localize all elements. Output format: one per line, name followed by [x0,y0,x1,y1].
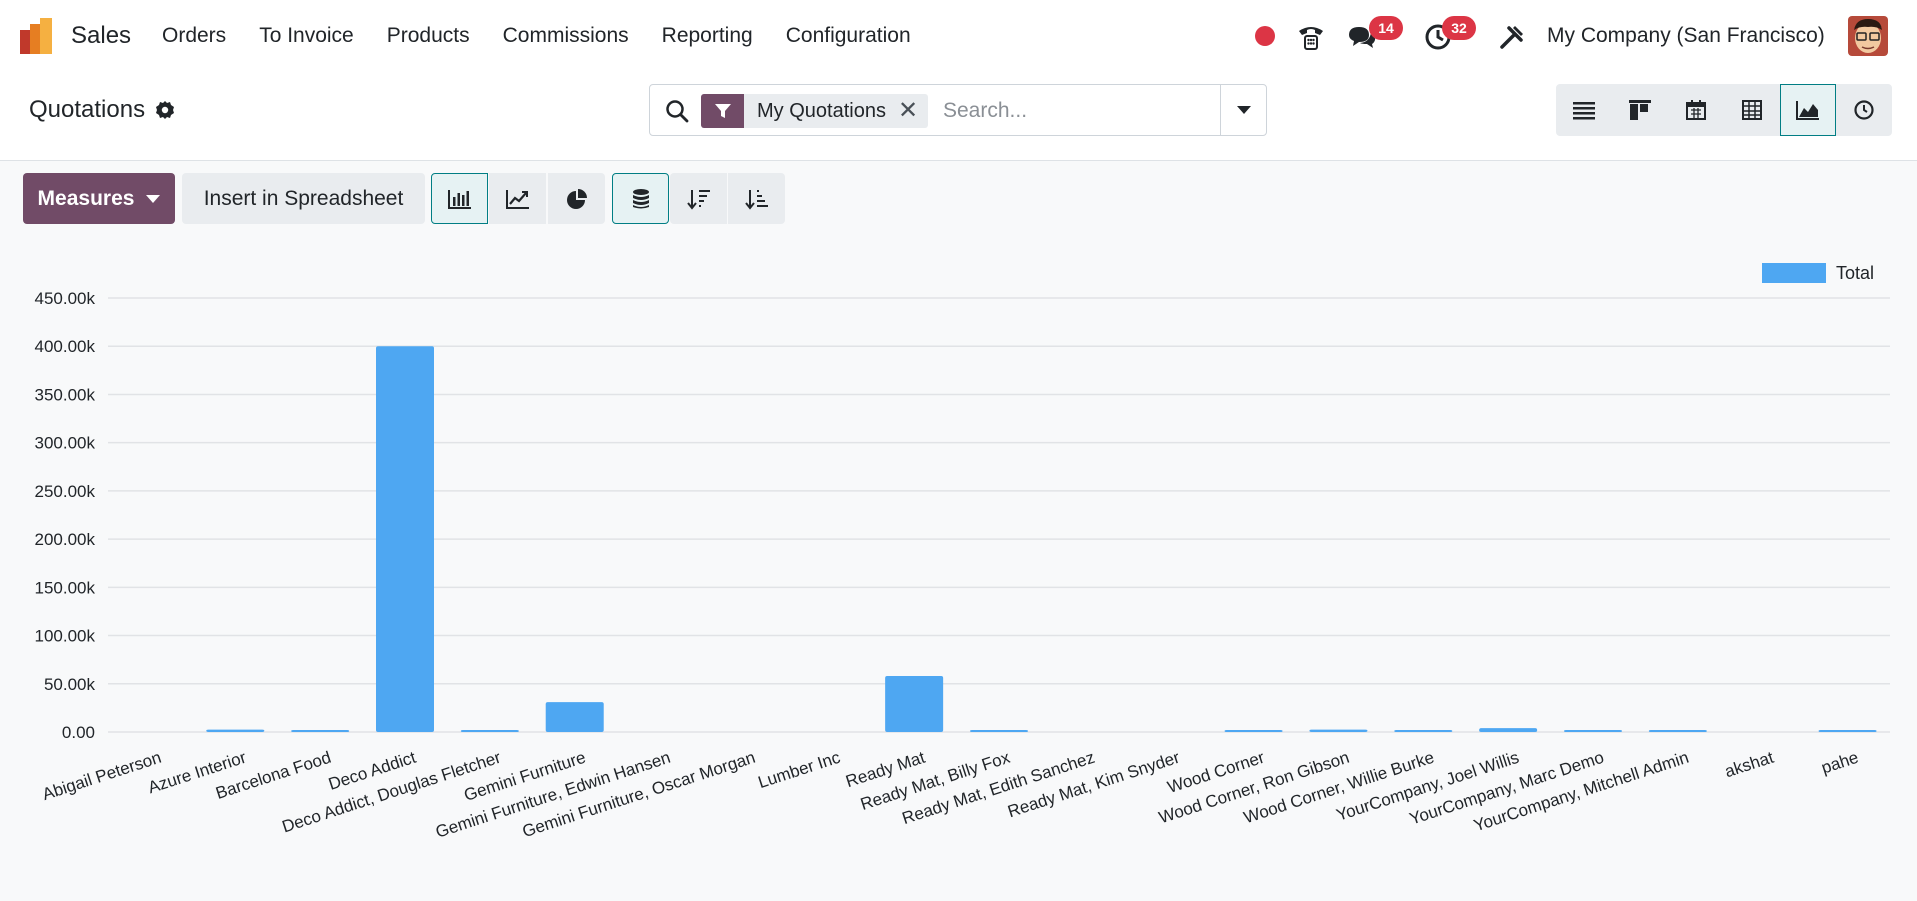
activity-view-button[interactable] [1836,84,1892,136]
remove-facet-icon[interactable]: ✕ [898,94,928,128]
search-icon[interactable] [664,98,690,124]
menu-orders[interactable]: Orders [162,24,226,48]
y-tick-label: 350.00k [35,385,96,404]
bar [1648,730,1707,732]
gear-icon[interactable] [155,100,175,120]
kanban-view-button[interactable] [1612,84,1668,136]
bar [1564,730,1622,732]
bar [1479,728,1538,732]
main-menu: Orders To Invoice Products Commissions R… [162,24,944,48]
y-tick-label: 450.00k [35,289,96,308]
pivot-view-button[interactable] [1724,84,1780,136]
bar [1309,729,1368,732]
menu-reporting[interactable]: Reporting [662,24,753,48]
x-tick-label: akshat [1722,748,1776,782]
clock-icon [1854,100,1874,120]
recording-dot-icon[interactable] [1255,26,1275,46]
breadcrumb: Quotations [29,96,175,124]
y-tick-label: 400.00k [35,337,96,356]
list-view-button[interactable] [1556,84,1612,136]
bar-chart: 0.00 50.00k 100.00k 150.00k 200.00k 250.00k 30… [35,263,1890,842]
bar [885,676,944,732]
bar [545,702,604,732]
y-tick-label: 50.00k [44,675,96,694]
y-tick-label: 250.00k [35,482,96,501]
app-name[interactable]: Sales [71,22,131,50]
control-panel: Quotations My Quotations ✕ [0,74,1917,161]
menu-to-invoice[interactable]: To Invoice [259,24,354,48]
activities-badge: 32 [1442,16,1476,40]
menu-products[interactable]: Products [387,24,470,48]
kanban-icon [1629,100,1651,120]
search-input[interactable] [943,95,1203,127]
bar [460,730,519,732]
debug-tools-icon[interactable] [1497,22,1527,52]
bar [1818,730,1877,732]
search-facet: My Quotations ✕ [701,94,929,128]
company-switcher[interactable]: My Company (San Francisco) [1547,24,1825,48]
search-options-toggle[interactable] [1220,85,1266,135]
x-tick-label: Abigail Peterson [40,748,164,804]
caret-down-icon [1236,106,1251,114]
pivot-table-icon [1742,100,1762,120]
search-bar: My Quotations ✕ [649,84,1267,136]
bar [291,730,350,732]
bar [1224,730,1283,732]
area-chart-icon [1796,101,1819,120]
menu-configuration[interactable]: Configuration [786,24,911,48]
filter-icon [701,94,744,128]
y-tick-label: 150.00k [35,578,96,597]
menu-commissions[interactable]: Commissions [503,24,629,48]
bar [206,729,265,732]
list-icon [1573,102,1595,120]
user-avatar[interactable] [1848,16,1888,56]
legend-swatch [1762,263,1826,283]
y-tick-label: 0.00 [62,723,95,742]
page-title: Quotations [29,96,146,123]
x-tick-label: Lumber Inc [756,748,843,793]
y-tick-label: 300.00k [35,434,96,453]
messages-badge: 14 [1369,16,1403,40]
y-tick-label: 100.00k [35,627,96,646]
calendar-icon [1686,100,1706,120]
top-navbar: Sales Orders To Invoice Products Commiss… [0,0,1917,74]
legend-label: Total [1836,263,1874,283]
view-switcher [1556,84,1892,136]
sales-app-logo-icon[interactable] [20,18,56,54]
phone-icon[interactable] [1296,22,1326,52]
bar [376,346,434,732]
x-tick-label: pahe [1819,748,1861,778]
bar [1394,730,1453,732]
graph-view-button[interactable] [1780,84,1836,136]
bar [970,730,1028,732]
y-tick-label: 200.00k [35,530,96,549]
facet-label: My Quotations [757,99,886,122]
calendar-view-button[interactable] [1668,84,1724,136]
